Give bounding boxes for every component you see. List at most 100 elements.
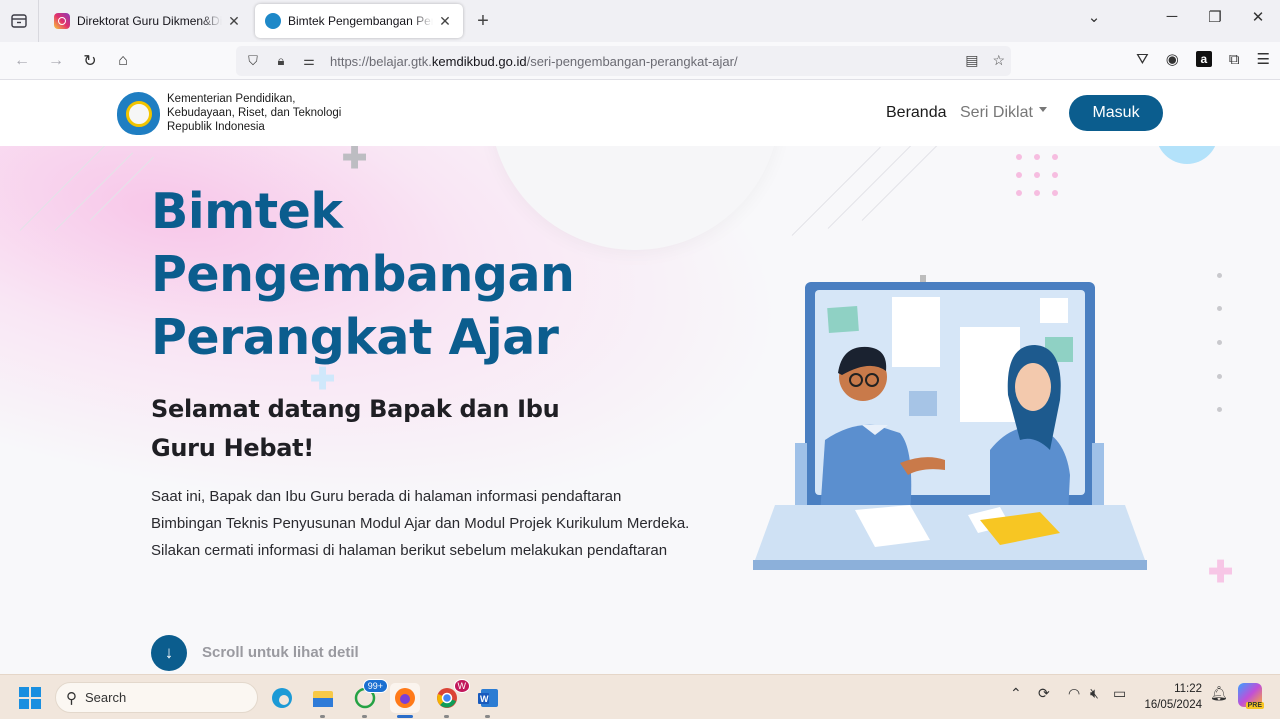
copilot-preview-badge: PRE xyxy=(1245,702,1264,709)
tab-list-button[interactable] xyxy=(8,10,30,32)
desk xyxy=(755,505,1145,560)
home-button[interactable]: ⌂ xyxy=(112,50,134,72)
reader-view-icon[interactable]: ▤ xyxy=(965,52,978,69)
login-button[interactable]: Masuk xyxy=(1069,95,1163,131)
nav-seri-diklat-label: Seri Diklat xyxy=(960,104,1033,121)
shield-icon[interactable]: ⛉ xyxy=(242,53,264,69)
kemdikbud-icon xyxy=(265,13,281,29)
word-icon: W xyxy=(478,689,498,707)
decor-dot xyxy=(1217,340,1222,345)
permissions-icon[interactable]: ⚌ xyxy=(298,53,320,69)
search-placeholder: Search xyxy=(85,690,127,705)
tab-title: Bimtek Pengembangan Perangkat Ajar xyxy=(288,14,433,28)
bookmark-star-icon[interactable]: ☆ xyxy=(992,52,1005,69)
minimize-button[interactable]: ─ xyxy=(1158,8,1186,25)
amazon-extension-icon[interactable]: a xyxy=(1195,51,1212,67)
reload-button[interactable]: ↻ xyxy=(79,50,101,72)
nav-seri-diklat-dropdown[interactable]: Seri Diklat xyxy=(960,104,1047,122)
notification-badge: 99+ xyxy=(362,679,388,693)
navigation-toolbar: ← → ↻ ⌂ ⛉ 🔒︎ ⚌ https://belajar.gtk.kemdi… xyxy=(0,42,1280,80)
restore-button[interactable]: ❐ xyxy=(1201,8,1229,26)
system-clock[interactable]: 11:22 16/05/2024 xyxy=(1140,681,1202,713)
teachers-illustration xyxy=(753,275,1147,570)
list-all-tabs-icon[interactable]: ⌄ xyxy=(1080,8,1108,26)
url-path: /seri-pengembangan-perangkat-ajar/ xyxy=(526,53,738,69)
chrome-app[interactable]: W xyxy=(432,679,470,718)
tab-direktorat[interactable]: Direktorat Guru Dikmen&Diksus ✕ xyxy=(44,4,252,38)
running-indicator xyxy=(320,715,325,718)
hero-description: Saat ini, Bapak dan Ibu Guru berada di h… xyxy=(151,488,690,559)
url-text[interactable]: https://belajar.gtk.kemdikbud.go.id/seri… xyxy=(330,54,738,69)
edge-icon xyxy=(272,688,292,708)
kemdikbud-logo[interactable] xyxy=(117,92,160,135)
clock-date: 16/05/2024 xyxy=(1144,699,1202,711)
running-indicator xyxy=(485,715,490,718)
site-header: Kementerian Pendidikan, Kebudayaan, Rise… xyxy=(0,80,1280,146)
decor-plus-pink: ✚ xyxy=(1208,556,1234,589)
decor-dot-grid xyxy=(1016,154,1058,196)
org-name: Kementerian Pendidikan, Kebudayaan, Rise… xyxy=(167,92,341,134)
back-button[interactable]: ← xyxy=(11,50,33,72)
scroll-down-button[interactable]: ↓ xyxy=(151,635,187,671)
browser-chrome: Direktorat Guru Dikmen&Diksus ✕ Bimtek P… xyxy=(0,0,1280,80)
decor-line xyxy=(791,146,881,236)
tab-bar: Direktorat Guru Dikmen&Diksus ✕ Bimtek P… xyxy=(0,0,1280,42)
notification-bell-icon[interactable]: 🔔︎ xyxy=(1210,685,1228,702)
extensions-icon[interactable]: ⧉ xyxy=(1229,51,1240,68)
logo-emblem xyxy=(125,100,152,127)
file-explorer-app[interactable] xyxy=(308,683,338,718)
running-indicator xyxy=(444,715,449,718)
sync-icon[interactable]: ⟳ xyxy=(1038,685,1050,702)
woman-head xyxy=(1015,363,1051,411)
profile-badge: W xyxy=(453,679,470,693)
active-indicator xyxy=(397,715,413,718)
org-line: Kebudayaan, Riset, dan Teknologi xyxy=(167,107,342,119)
instagram-icon xyxy=(54,13,70,29)
decor-dot xyxy=(1217,374,1222,379)
search-icon: ⚲ xyxy=(66,689,77,707)
url-domain: kemdikbud.go.id xyxy=(431,53,527,69)
start-button[interactable] xyxy=(19,687,41,709)
svg-text:W: W xyxy=(480,694,489,704)
decor-dot xyxy=(1217,273,1222,278)
close-window-button[interactable]: ✕ xyxy=(1244,8,1272,26)
running-indicator xyxy=(362,715,367,718)
org-line: Republik Indonesia xyxy=(167,121,265,133)
decor-dot xyxy=(1217,306,1222,311)
tab-separator xyxy=(38,0,39,42)
volume-muted-icon[interactable]: 🔇︎ xyxy=(1090,685,1099,702)
new-tab-button[interactable]: + xyxy=(472,10,494,32)
decor-plus-gray: ✚ xyxy=(342,142,368,175)
close-tab-icon[interactable]: ✕ xyxy=(226,13,242,30)
account-icon[interactable]: ◉ xyxy=(1166,50,1179,68)
firefox-icon xyxy=(395,688,415,708)
taskbar-search[interactable]: ⚲ Search xyxy=(55,682,258,713)
tab-bimtek[interactable]: Bimtek Pengembangan Perangkat Ajar ✕ xyxy=(255,4,463,38)
url-prefix: https://belajar.gtk. xyxy=(330,53,432,69)
battery-icon[interactable]: ▭ xyxy=(1113,685,1126,702)
arrow-down-icon: ↓ xyxy=(164,643,174,662)
forward-button[interactable]: → xyxy=(45,50,67,72)
show-hidden-icons-chevron[interactable]: ⌃ xyxy=(1010,685,1022,702)
clock-time: 11:22 xyxy=(1174,683,1202,695)
close-tab-icon[interactable]: ✕ xyxy=(437,13,453,30)
menu-icon[interactable]: ☰ xyxy=(1257,50,1270,68)
nav-beranda[interactable]: Beranda xyxy=(886,104,947,122)
tab-list-icon xyxy=(11,14,27,28)
pocket-icon[interactable]: ⛛ xyxy=(1136,51,1149,68)
edge-app[interactable] xyxy=(267,683,297,713)
address-bar[interactable]: ⛉ 🔒︎ ⚌ https://belajar.gtk.kemdikbud.go.… xyxy=(236,46,1011,76)
man-body xyxy=(820,424,912,515)
org-line: Kementerian Pendidikan, xyxy=(167,93,296,105)
wifi-icon[interactable]: ◠ xyxy=(1068,685,1080,702)
copilot-icon[interactable]: PRE xyxy=(1238,683,1264,709)
windows-taskbar: ⚲ Search 99+ W W ⌃ ⟳ ◠ 🔇︎ ▭ 11:22 16/05/… xyxy=(0,674,1280,719)
firefox-app[interactable] xyxy=(390,683,420,718)
whatsapp-app[interactable]: 99+ xyxy=(350,679,388,718)
lock-icon[interactable]: 🔒︎ xyxy=(270,53,292,69)
decor-dot xyxy=(1217,407,1222,412)
hero-greeting: Selamat datang Bapak dan Ibu Guru Hebat! xyxy=(151,395,560,462)
caret-down-icon xyxy=(1038,107,1047,113)
hero-title: Bimtek Pengembangan Perangkat Ajar xyxy=(151,183,575,366)
word-app[interactable]: W xyxy=(473,683,503,718)
